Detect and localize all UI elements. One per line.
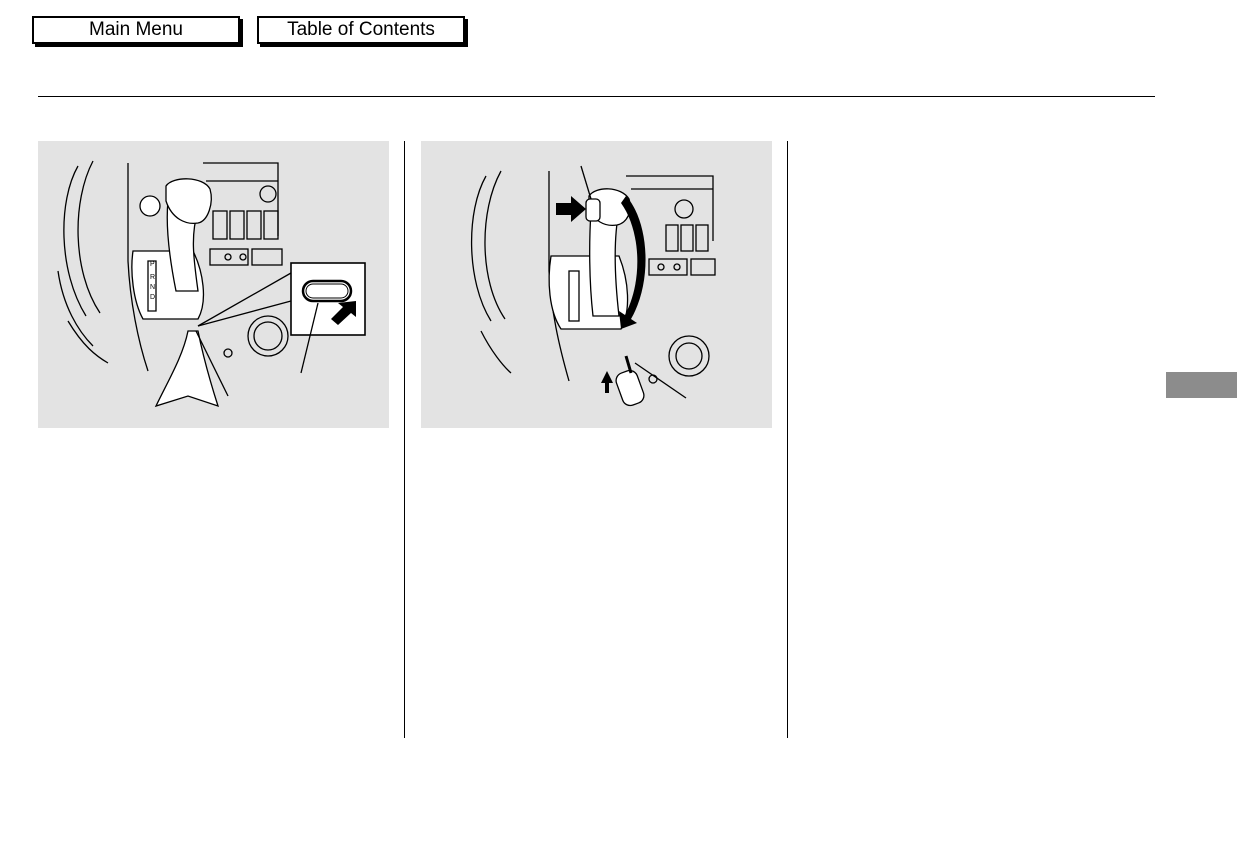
main-menu-button[interactable]: Main Menu: [32, 16, 240, 44]
svg-text:N: N: [150, 284, 155, 291]
table-of-contents-button[interactable]: Table of Contents: [257, 16, 465, 44]
shift-lock-cover-illustration: P R N D: [38, 141, 389, 428]
column-divider-1: [404, 141, 405, 738]
shift-lock-key-illustration: [421, 141, 772, 428]
column-divider-2: [787, 141, 788, 738]
svg-text:R: R: [150, 274, 155, 281]
header-rule: [38, 96, 1155, 97]
svg-text:P: P: [150, 261, 155, 268]
svg-text:D: D: [150, 294, 155, 301]
section-tab[interactable]: [1166, 372, 1237, 398]
